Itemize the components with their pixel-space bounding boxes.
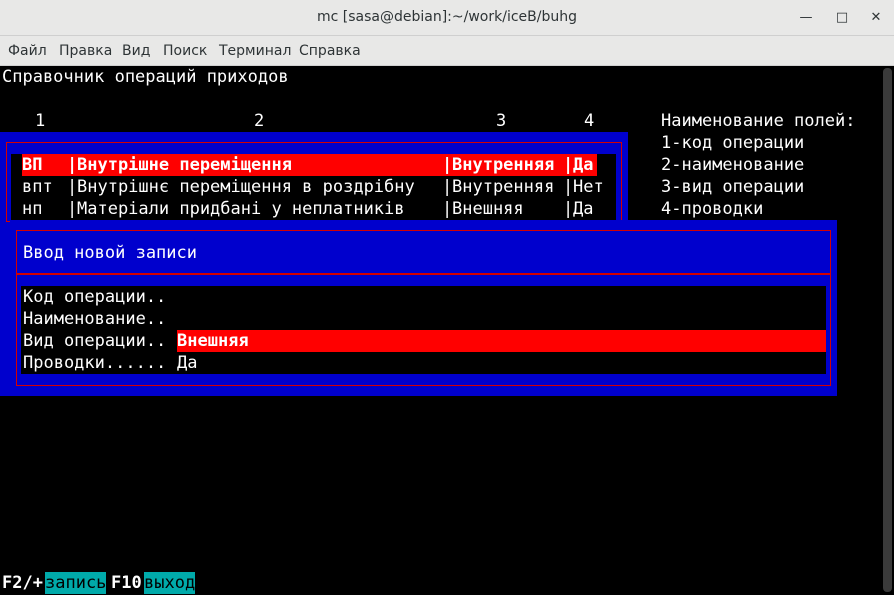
column-separator: | <box>563 154 574 176</box>
row-type[interactable]: Внутренняя <box>452 176 554 198</box>
minimize-icon[interactable]: — <box>796 8 816 28</box>
column-separator: | <box>442 154 453 176</box>
column-separator: | <box>442 199 453 219</box>
legend-item: 1-код операции <box>661 133 805 153</box>
field-input-postings[interactable]: Да <box>177 352 197 374</box>
row-code[interactable]: впт <box>22 176 53 198</box>
row-name[interactable]: Внутрішнє переміщення в роздрібну <box>77 176 415 198</box>
row-name: Внутрішне переміщення <box>77 154 292 176</box>
field-label-type: Вид операции.. <box>23 331 167 351</box>
column-separator: | <box>563 177 574 197</box>
row-code: ВП <box>22 154 43 176</box>
legend-item: 3-вид операции <box>661 177 805 197</box>
menu-bar: Файл Правка Вид Поиск Терминал Справка <box>0 36 894 66</box>
menu-terminal[interactable]: Терминал <box>219 43 291 59</box>
column-number-2: 2 <box>254 111 265 131</box>
save-record-button[interactable]: запись <box>45 572 107 594</box>
dialog-divider <box>16 273 831 275</box>
field-highlight-type <box>177 330 826 352</box>
row-post[interactable]: Нет <box>573 176 604 198</box>
scrollbar-thumb[interactable] <box>883 68 892 592</box>
legend-item: 2-наименование <box>661 155 805 175</box>
field-input-type[interactable]: Внешняя <box>177 330 249 352</box>
column-separator: | <box>67 154 78 176</box>
menu-edit[interactable]: Правка <box>59 43 112 59</box>
page-heading: Справочник операций приходов <box>2 67 289 87</box>
column-number-4: 4 <box>584 111 595 131</box>
exit-button[interactable]: выход <box>144 572 196 594</box>
row-post: Да <box>573 154 594 176</box>
legend-title: Наименование полей: <box>661 111 856 131</box>
window-titlebar: mc [sasa@debian]:~/work/iceB/buhg — □ ✕ <box>0 0 894 36</box>
column-separator: | <box>442 177 453 197</box>
f10-key: F10 <box>111 573 142 593</box>
column-separator: | <box>67 199 78 219</box>
row-code[interactable]: нп <box>22 198 42 220</box>
menu-help[interactable]: Справка <box>299 43 361 59</box>
close-icon[interactable]: ✕ <box>866 8 886 28</box>
menu-file[interactable]: Файл <box>8 43 47 59</box>
row-type: Внутренняя <box>452 154 555 176</box>
menu-view[interactable]: Вид <box>122 43 150 59</box>
column-number-1: 1 <box>35 111 46 131</box>
row-post[interactable]: Да <box>573 198 593 220</box>
row-name[interactable]: Матеріали придбані у неплатників <box>77 198 405 220</box>
maximize-icon[interactable]: □ <box>832 8 852 28</box>
column-separator: | <box>67 177 78 197</box>
menu-search[interactable]: Поиск <box>163 43 207 59</box>
field-label-postings: Проводки...... <box>23 353 167 373</box>
legend-item: 4-проводки <box>661 199 764 219</box>
field-label-name: Наименование.. <box>23 309 167 329</box>
field-label-code: Код операции.. <box>23 287 167 307</box>
window-title: mc [sasa@debian]:~/work/iceB/buhg <box>317 9 577 25</box>
row-type[interactable]: Внешняя <box>452 198 524 220</box>
column-separator: | <box>563 199 574 219</box>
dialog-title: Ввод новой записи <box>23 243 197 263</box>
column-number-3: 3 <box>496 111 507 131</box>
f2-key: F2/+ <box>2 573 43 593</box>
